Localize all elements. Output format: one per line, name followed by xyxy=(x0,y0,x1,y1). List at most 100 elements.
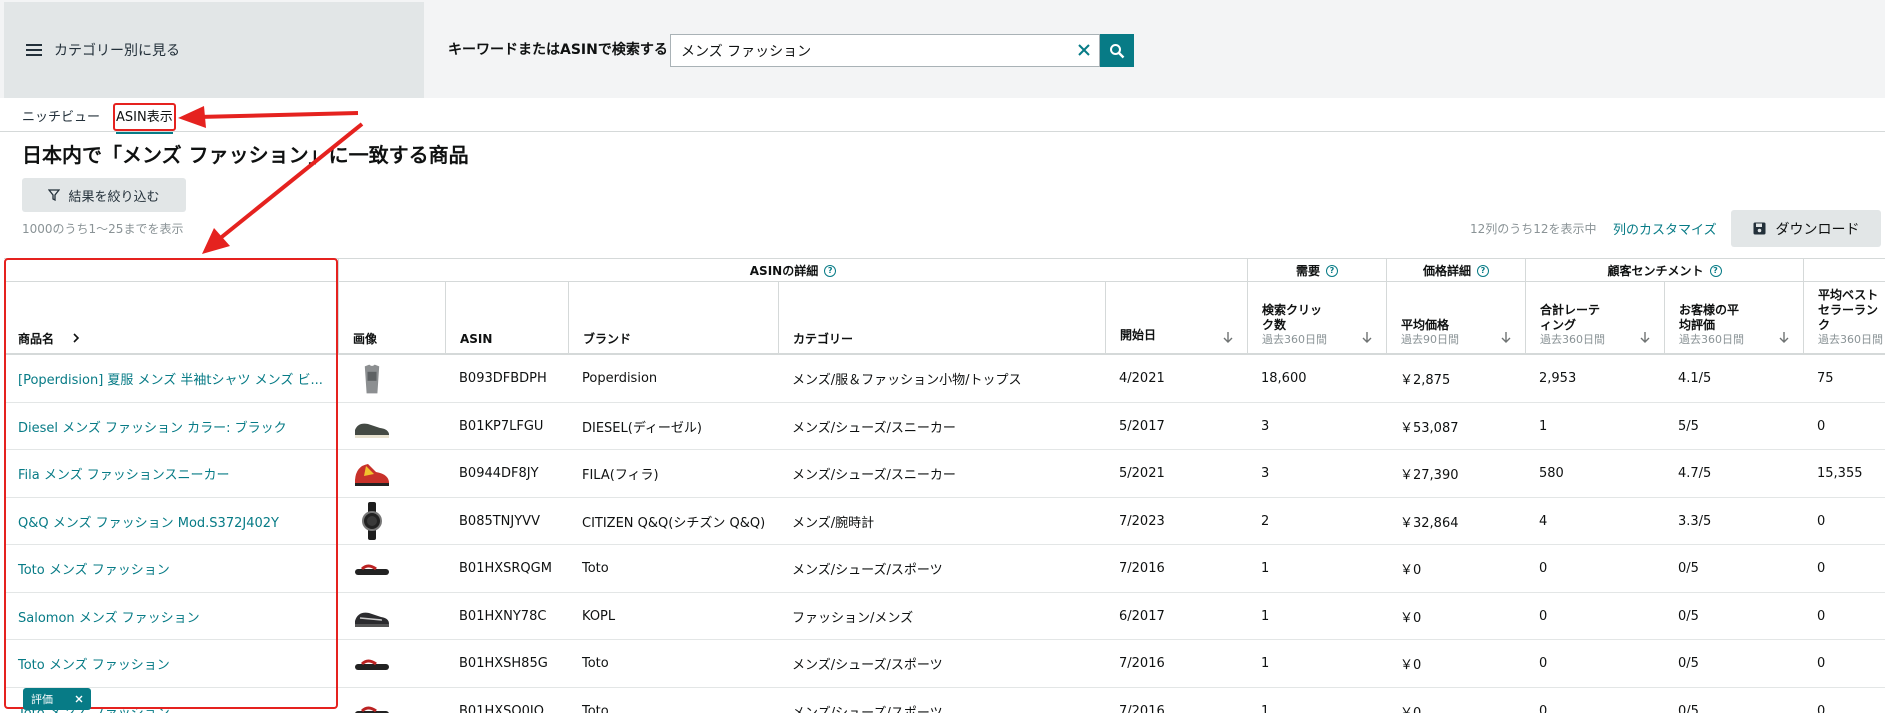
col-header-start-date[interactable]: 開始日 xyxy=(1105,282,1247,353)
download-button[interactable]: ダウンロード xyxy=(1731,210,1881,247)
brand-cell: DIESEL(ディーゼル) xyxy=(582,420,703,436)
info-icon[interactable]: ? xyxy=(1326,264,1338,277)
results-range-text: 1000のうち1～25までを表示 xyxy=(22,222,184,236)
asin-cell: B01HXSQ0JO xyxy=(459,703,544,713)
watch-icon[interactable] xyxy=(352,501,392,541)
brand-cell: KOPL xyxy=(582,608,616,624)
sneaker-color-icon[interactable] xyxy=(352,454,392,494)
table-row: Toto メンズ ファッション B01HXSQ0JO Toto メンズ/シューズ/スポ… xyxy=(4,688,1885,713)
search-button[interactable] xyxy=(1100,34,1134,67)
start-date-cell: 7/2016 xyxy=(1119,656,1165,671)
avg-rating-cell: 0/5 xyxy=(1678,656,1699,671)
search-input[interactable] xyxy=(671,35,1066,66)
columns-shown-text: 12列のうち12を表示中 xyxy=(1470,222,1597,236)
table-row: [Poperdision] 夏服 メンズ 半袖tシャツ メンズ ビ... B093… xyxy=(4,355,1885,403)
sandal-icon[interactable] xyxy=(352,691,392,713)
save-icon xyxy=(1753,222,1765,235)
avg-price-cell: ￥2,875 xyxy=(1400,373,1451,388)
table-row: Diesel メンズ ファッション カラー: ブラック B01KP7LFGU DIE… xyxy=(4,403,1885,450)
info-icon[interactable]: ? xyxy=(824,264,837,277)
avg-rating-cell: 3.3/5 xyxy=(1678,513,1712,529)
col-header-avg-price[interactable]: 平均価格 過去90日間 xyxy=(1386,282,1525,353)
avg-rating-cell: 0/5 xyxy=(1678,561,1699,576)
page: カテゴリー別に見る キーワードまたはASINで検索する ニッチビュー ASIN表… xyxy=(0,0,1885,713)
avg-bsr-cell: 0 xyxy=(1817,418,1826,434)
col-header-category[interactable]: カテゴリー xyxy=(778,282,1105,353)
avg-price-cell: ￥32,864 xyxy=(1400,515,1459,531)
sort-down-icon[interactable] xyxy=(1362,331,1372,344)
start-date-cell: 7/2016 xyxy=(1119,703,1165,713)
col-header-avg-rating[interactable]: お客様の平 均評価 過去360日間 xyxy=(1664,282,1803,353)
product-image-cell xyxy=(338,403,445,450)
category-cell: メンズ/服＆ファッション小物/トップス xyxy=(792,373,1022,388)
avg-price-cell: ￥0 xyxy=(1400,610,1422,626)
product-name-link[interactable]: Q&Q メンズ ファッション Mod.S372J402Y xyxy=(4,498,338,545)
sandal-icon[interactable] xyxy=(352,644,392,684)
group-asin-details: ASINの詳細? xyxy=(338,259,1247,282)
clear-icon[interactable] xyxy=(1075,41,1093,59)
rating-filter-chip[interactable]: 評価 xyxy=(23,688,91,710)
product-image-cell xyxy=(338,355,445,402)
tshirt-icon[interactable] xyxy=(352,359,392,399)
avg-bsr-cell: 0 xyxy=(1817,608,1826,624)
trail-shoe-icon[interactable] xyxy=(352,596,392,636)
col-header-avg-bsr[interactable]: 平均ベスト セラーラン ク 過去360日間 xyxy=(1803,282,1885,353)
product-image-cell xyxy=(338,545,445,592)
info-icon[interactable]: ? xyxy=(1477,264,1489,277)
total-ratings-cell: 1 xyxy=(1539,418,1548,434)
col-header-total-ratings[interactable]: 合計レーテ ィング 過去360日間 xyxy=(1525,282,1664,353)
col-header-image: 画像 xyxy=(338,282,445,353)
col-header-product-name[interactable]: 商品名 xyxy=(4,282,338,353)
product-name-link[interactable]: Toto メンズ ファッション xyxy=(4,640,338,687)
total-ratings-cell: 0 xyxy=(1539,703,1548,713)
start-date-cell: 6/2017 xyxy=(1119,608,1165,624)
avg-rating-cell: 0/5 xyxy=(1678,608,1699,624)
asin-cell: B093DFBDPH xyxy=(459,371,547,386)
sort-down-icon[interactable] xyxy=(1501,331,1511,344)
product-image-cell xyxy=(338,688,445,713)
asin-tab-highlight xyxy=(113,103,176,131)
search-clicks-cell: 1 xyxy=(1261,561,1270,576)
search-box xyxy=(670,34,1100,67)
product-name-link[interactable]: Fila メンズ ファッションスニーカー xyxy=(4,450,338,497)
product-name-link[interactable]: Toto メンズ ファッション xyxy=(4,545,338,592)
customize-columns-link[interactable]: 列のカスタマイズ xyxy=(1613,219,1717,238)
category-cell: メンズ/腕時計 xyxy=(792,515,875,531)
filter-results-button[interactable]: 結果を絞り込む xyxy=(22,178,186,212)
avg-price-cell: ￥27,390 xyxy=(1400,468,1459,483)
category-cell: ファッション/メンズ xyxy=(792,610,914,626)
search-clicks-cell: 2 xyxy=(1261,513,1270,529)
brand-cell: Toto xyxy=(582,656,609,671)
filter-icon xyxy=(48,189,61,201)
col-header-asin[interactable]: ASIN xyxy=(445,282,568,353)
col-header-search-clicks[interactable]: 検索クリッ ク数 過去360日間 xyxy=(1247,282,1386,353)
sandal-icon[interactable] xyxy=(352,549,392,589)
start-date-cell: 5/2017 xyxy=(1119,418,1165,434)
total-ratings-cell: 580 xyxy=(1539,466,1564,481)
tab-niche-view[interactable]: ニッチビュー xyxy=(22,106,100,125)
category-cell: メンズ/シューズ/スニーカー xyxy=(792,420,956,436)
brand-cell: CITIZEN Q&Q(シチズン Q&Q) xyxy=(582,515,766,531)
brand-cell: Toto xyxy=(582,561,609,576)
sneaker-icon[interactable] xyxy=(352,406,392,446)
group-customer-sentiment: 顧客センチメント? xyxy=(1525,259,1803,282)
product-name-link[interactable]: Salomon メンズ ファッション xyxy=(4,593,338,640)
column-header-row: 商品名 画像 ASIN ブランド カテゴリー 開始日 検索クリッ ク数 過去36… xyxy=(4,282,1885,355)
start-date-cell: 4/2021 xyxy=(1119,371,1165,386)
asin-cell: B0944DF8JY xyxy=(459,466,539,481)
brand-cell: FILA(フィラ) xyxy=(582,468,659,483)
product-name-link[interactable]: Diesel メンズ ファッション カラー: ブラック xyxy=(4,403,338,450)
product-image-cell xyxy=(338,593,445,640)
product-name-link[interactable]: [Poperdision] 夏服 メンズ 半袖tシャツ メンズ ビ... xyxy=(4,355,338,402)
avg-bsr-cell: 15,355 xyxy=(1817,466,1863,481)
category-browse-button[interactable]: カテゴリー別に見る xyxy=(4,2,424,98)
sort-down-icon[interactable] xyxy=(1223,331,1233,344)
avg-bsr-cell: 0 xyxy=(1817,703,1826,713)
avg-bsr-cell: 75 xyxy=(1817,371,1834,386)
info-icon[interactable]: ? xyxy=(1709,264,1722,277)
close-icon[interactable] xyxy=(75,695,83,703)
sort-down-icon[interactable] xyxy=(1640,331,1650,344)
col-header-brand[interactable]: ブランド xyxy=(568,282,778,353)
search-clicks-cell: 1 xyxy=(1261,656,1270,671)
sort-down-icon[interactable] xyxy=(1779,331,1789,344)
